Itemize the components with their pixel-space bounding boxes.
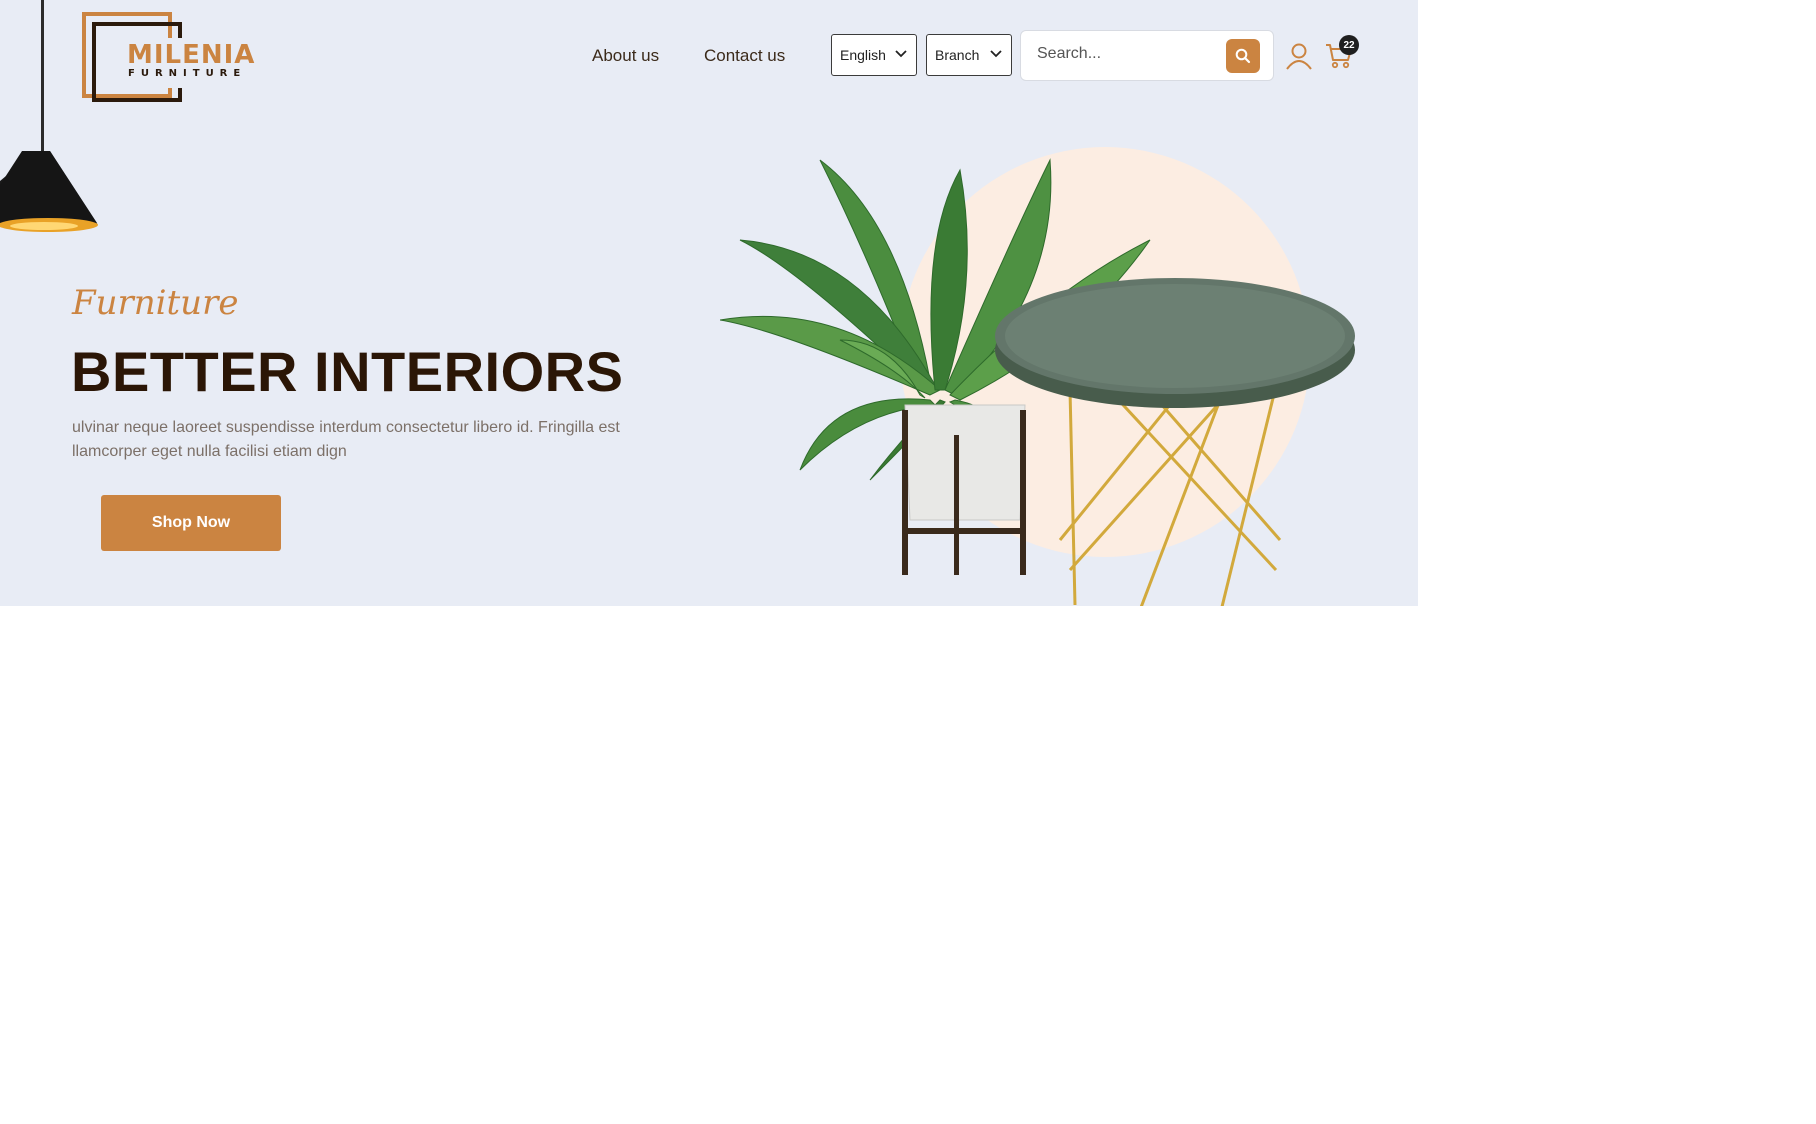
branch-select[interactable]: Branch <box>926 34 1012 76</box>
branch-select-value: Branch <box>935 47 980 63</box>
hero-section: MILENIA FURNITURE About us Contact us En… <box>0 0 1418 606</box>
language-select-value: English <box>840 47 886 63</box>
cart-count-badge: 22 <box>1339 35 1359 55</box>
hero-description: ulvinar neque laoreet suspendisse interd… <box>72 419 620 460</box>
chevron-down-icon <box>895 50 907 58</box>
hero-product-image <box>720 147 1355 606</box>
shop-now-button[interactable]: Shop Now <box>101 495 281 551</box>
search-input[interactable] <box>1037 45 1207 63</box>
logo-tagline: FURNITURE <box>128 68 247 79</box>
brand-logo[interactable]: MILENIA FURNITURE <box>82 12 256 102</box>
nav-about-us[interactable]: About us <box>592 46 659 66</box>
lamp-cord <box>41 0 44 152</box>
chevron-down-icon <box>990 50 1002 58</box>
language-select[interactable]: English <box>831 34 917 76</box>
logo-name: MILENIA <box>127 40 256 70</box>
search-button[interactable] <box>1226 39 1260 73</box>
search-icon <box>1235 48 1251 64</box>
pendant-lamp-image <box>0 151 98 232</box>
user-icon[interactable] <box>1285 42 1313 70</box>
nav-contact-us[interactable]: Contact us <box>704 46 785 66</box>
hero-eyebrow: Furniture <box>72 283 239 323</box>
hero-headline: BETTER INTERIORS <box>71 340 624 403</box>
search-bar <box>1020 30 1274 81</box>
